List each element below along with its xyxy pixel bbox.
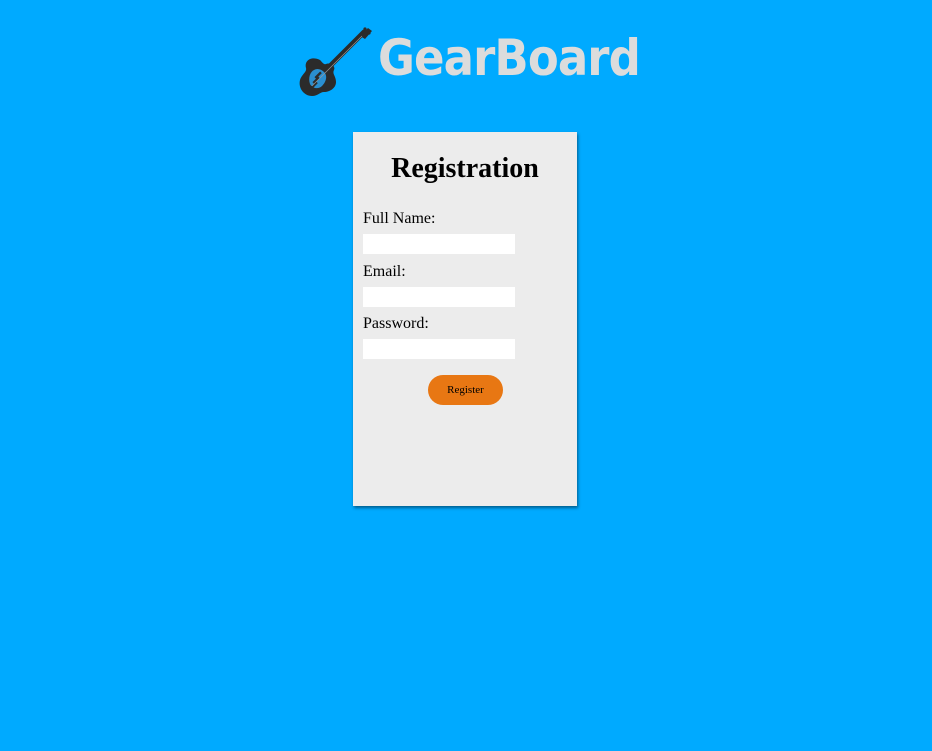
password-label: Password:: [363, 315, 429, 332]
register-button[interactable]: Register: [428, 375, 503, 405]
password-input[interactable]: [363, 339, 515, 359]
form-title: Registration: [391, 153, 539, 184]
email-input[interactable]: [363, 287, 515, 307]
full-name-label: Full Name:: [363, 210, 436, 227]
app-logo: GearBoard: [298, 24, 641, 98]
registration-card: Registration Full Name: Email: Password:…: [353, 132, 577, 506]
full-name-input[interactable]: [363, 234, 515, 254]
brand-name: GearBoard: [378, 29, 641, 87]
electric-guitar-icon: [299, 27, 372, 96]
email-label: Email:: [363, 263, 406, 280]
